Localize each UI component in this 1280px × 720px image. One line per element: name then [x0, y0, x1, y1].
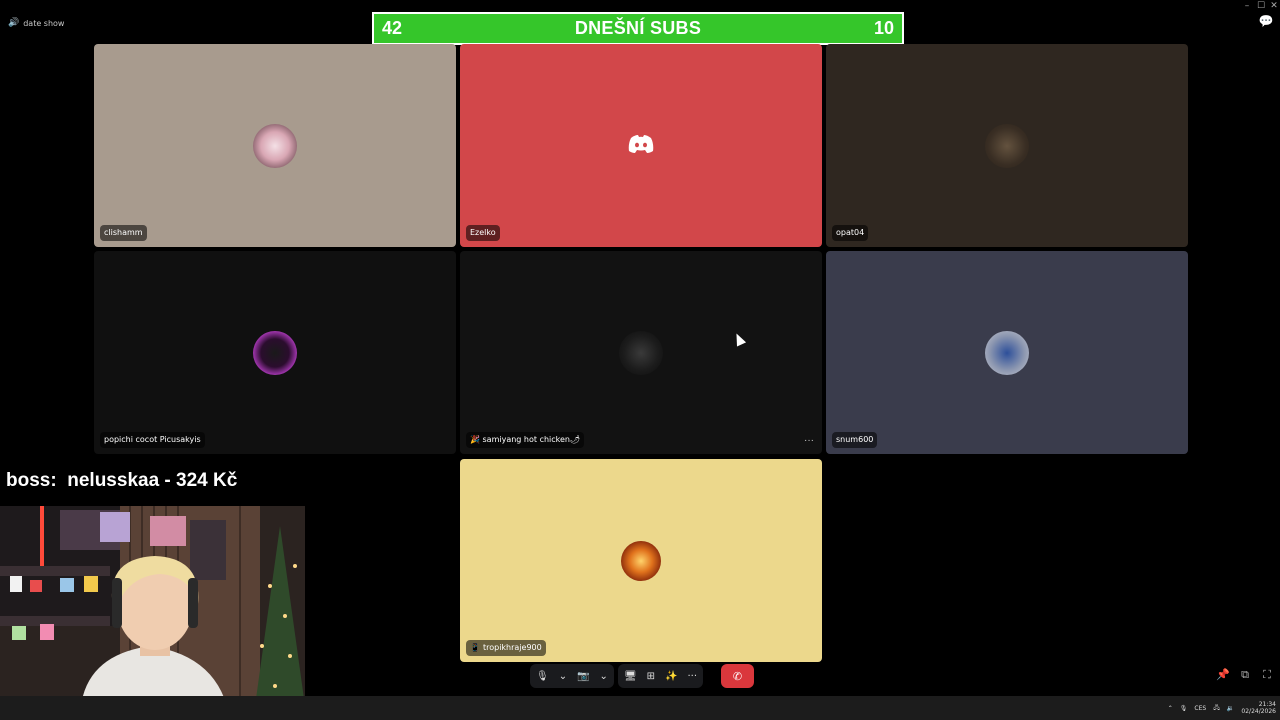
boss-donation-overlay: boss: nelusskaa - 324 Kč [6, 470, 237, 492]
participant-name: snum600 [832, 432, 878, 448]
language-indicator[interactable]: CES [1194, 705, 1206, 712]
webcam-overlay [0, 506, 305, 720]
pop-out-icon[interactable]: ⧉ [1238, 668, 1252, 682]
voice-channel-header[interactable]: 🔊 date show [8, 16, 64, 30]
action-controls: 🖥 ⊞ ✨ ··· [617, 664, 704, 688]
boss-text: nelusskaa - 324 Kč [67, 470, 238, 491]
participant-tile[interactable]: 📱 tropikhraje900 [460, 459, 822, 662]
participant-tile[interactable]: Ezelko [460, 44, 822, 247]
participant-tile[interactable]: opat04 [826, 44, 1188, 247]
clock-date: 02/24/2026 [1241, 708, 1276, 715]
screen-share-icon[interactable]: 🖥 [624, 671, 637, 682]
avatar [619, 330, 663, 375]
participant-name: 📱 tropikhraje900 [466, 640, 546, 656]
volume-icon[interactable]: 🔉 [1227, 705, 1234, 712]
system-tray: ⌃ 🎙 CES 🖧 🔉 21:34 02/24/2026 [1168, 696, 1276, 720]
pin-icon[interactable]: 📌 [1216, 668, 1230, 682]
subs-left-count: 42 [382, 18, 403, 38]
fullscreen-icon[interactable]: ⛶ [1260, 668, 1274, 682]
participant-name: Ezelko [466, 225, 500, 241]
camera-icon[interactable]: 📷 [577, 671, 589, 682]
participant-name: 🎉 samiyang hot chicken🌶 [466, 432, 585, 448]
discord-logo-icon [628, 135, 654, 153]
more-options-icon[interactable]: ··· [804, 435, 814, 446]
close-button[interactable]: ✕ [1267, 0, 1280, 12]
clock[interactable]: 21:34 02/24/2026 [1241, 701, 1276, 715]
chevron-down-icon[interactable]: ⌄ [559, 671, 567, 682]
channel-name: date show [23, 18, 65, 28]
participant-tile[interactable]: 🎉 samiyang hot chicken🌶 ··· [460, 251, 822, 454]
microphone-icon[interactable]: 🎙 [536, 671, 549, 682]
participant-tile[interactable]: clishamm [94, 44, 456, 247]
subs-banner: 42 DNEŠNÍ SUBS 10 [372, 12, 904, 45]
avatar [621, 540, 661, 581]
disconnect-button[interactable]: ✆ [721, 664, 755, 688]
mic-tray-icon[interactable]: 🎙 [1180, 705, 1188, 712]
soundboard-icon[interactable]: ✨ [665, 671, 677, 682]
avatar [253, 330, 297, 375]
chevron-down-icon[interactable]: ⌄ [600, 671, 608, 682]
network-icon[interactable]: 🖧 [1213, 703, 1220, 713]
participant-name: popichi cocot Picusakyis [100, 432, 205, 448]
participant-tile[interactable]: snum600 [826, 251, 1188, 454]
chevron-up-icon[interactable]: ⌃ [1168, 705, 1173, 712]
avatar [985, 330, 1029, 375]
streamer-webcam-image [0, 506, 305, 720]
activities-icon[interactable]: ⊞ [647, 671, 655, 682]
boss-label: boss: [6, 470, 57, 491]
chat-icon[interactable]: 💬 [1258, 14, 1274, 30]
minimize-button[interactable]: – [1240, 0, 1254, 12]
speaker-icon: 🔊 [8, 18, 20, 28]
hang-up-icon: ✆ [732, 670, 743, 683]
avatar [985, 123, 1029, 168]
taskbar: ⌃ 🎙 CES 🖧 🔉 21:34 02/24/2026 [0, 696, 1280, 720]
subs-title: DNEŠNÍ SUBS [574, 18, 702, 38]
clock-time: 21:34 [1258, 701, 1276, 708]
participant-tile[interactable]: popichi cocot Picusakyis [94, 251, 456, 454]
maximize-button[interactable]: ☐ [1254, 0, 1268, 12]
media-controls: 🎙 ⌄ 📷 ⌄ [530, 664, 614, 688]
call-controls: 🎙 ⌄ 📷 ⌄ 🖥 ⊞ ✨ ··· ✆ [530, 664, 755, 688]
participant-name: opat04 [832, 225, 869, 241]
avatar [253, 123, 297, 168]
subs-right-count: 10 [873, 18, 894, 38]
participant-name: clishamm [100, 225, 147, 241]
phone-icon: 📱 [470, 643, 480, 652]
more-icon[interactable]: ··· [687, 671, 697, 682]
window-titlebar: – ☐ ✕ [0, 0, 1280, 12]
